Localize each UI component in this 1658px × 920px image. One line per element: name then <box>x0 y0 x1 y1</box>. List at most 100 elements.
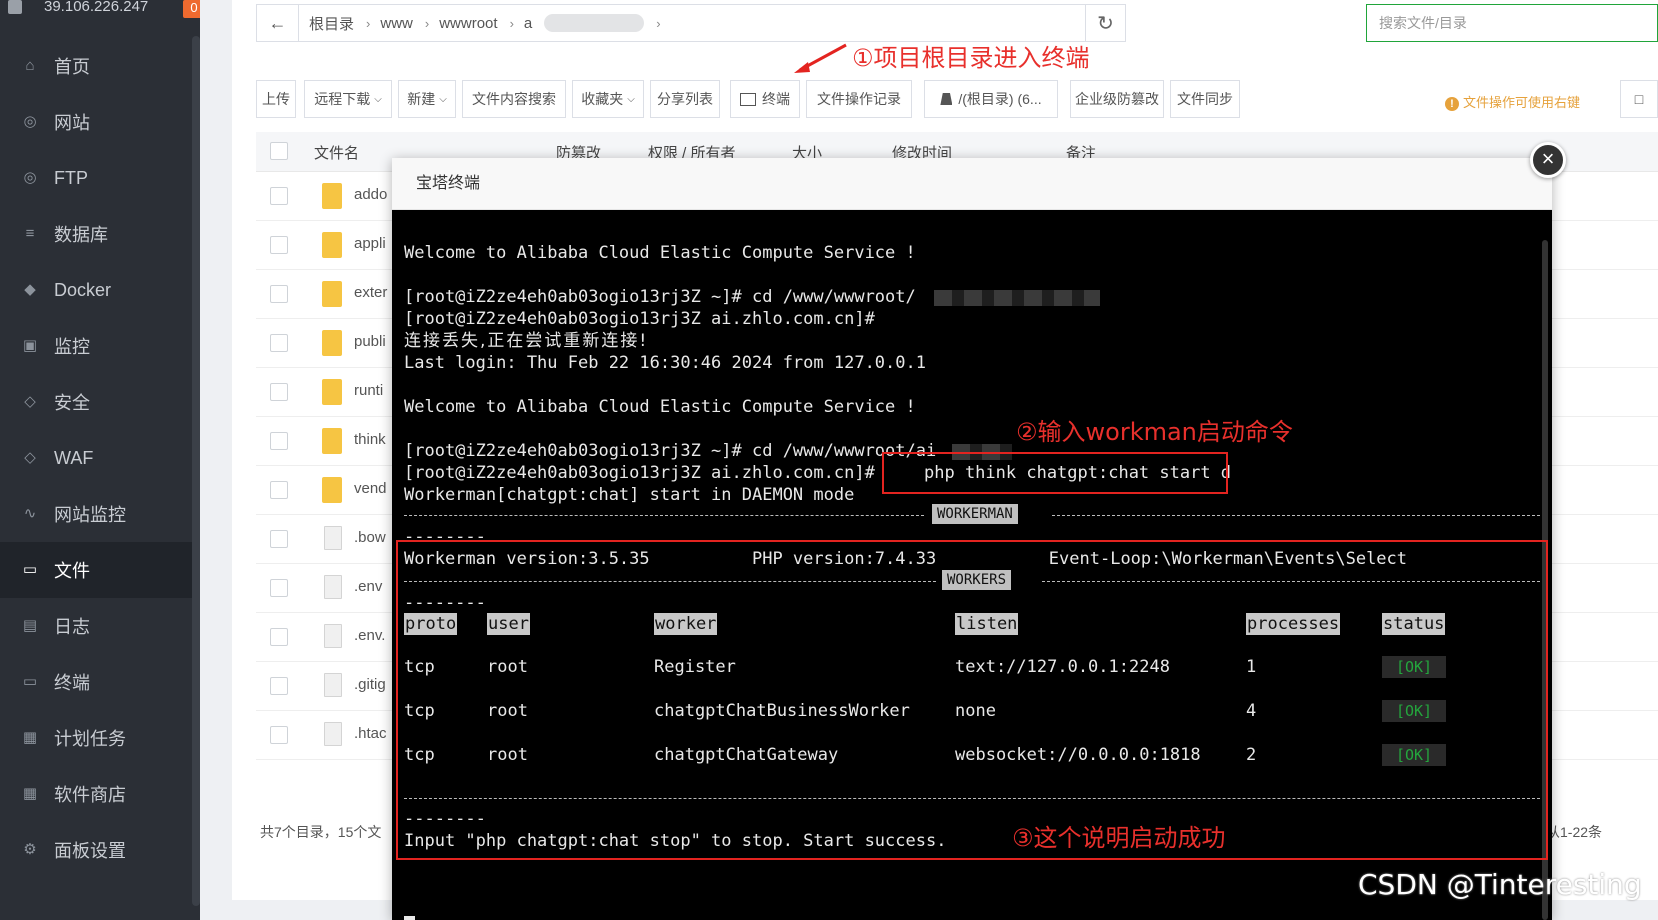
row-checkbox[interactable] <box>270 530 288 548</box>
modal-title: 宝塔终端 <box>392 158 1552 210</box>
sidebar-scrollbar[interactable] <box>192 36 200 906</box>
op-log-button[interactable]: 文件操作记录 <box>806 80 912 118</box>
term-line-welcome1: Welcome to Alibaba Cloud Elastic Compute… <box>404 243 916 263</box>
row-checkbox[interactable] <box>270 677 288 695</box>
file-name[interactable]: .env <box>354 578 382 595</box>
globe-icon: ◎ <box>23 113 37 130</box>
back-arrow-icon[interactable]: ← <box>257 5 299 41</box>
sidebar-item-docker[interactable]: ◆ Docker <box>0 262 200 318</box>
server-host: 39.106.226.247 <box>0 0 200 22</box>
sidebar-item-database[interactable]: ≡ 数据库 <box>0 206 200 262</box>
file-name[interactable]: .gitig <box>354 676 386 693</box>
chevron-right-icon: › <box>656 15 661 31</box>
trash-icon[interactable]: □ <box>1620 80 1658 118</box>
breadcrumb-project[interactable]: a <box>524 15 532 32</box>
file-name[interactable]: .bow <box>354 529 386 546</box>
row-checkbox[interactable] <box>270 383 288 401</box>
select-all-checkbox[interactable] <box>270 142 288 160</box>
sidebar-item-label: 数据库 <box>54 225 108 245</box>
file-name[interactable]: addo <box>354 186 387 203</box>
row-checkbox[interactable] <box>270 236 288 254</box>
path-bar[interactable]: ← 根目录 › www › wwwroot › a › ↻ <box>256 4 1126 42</box>
terminal-modal: 宝塔终端 Welcome to Alibaba Cloud Elastic Co… <box>392 158 1552 920</box>
sync-button[interactable]: 文件同步 <box>1170 80 1240 118</box>
remote-download-button[interactable]: 远程下载 ⌵ <box>304 80 392 118</box>
row-checkbox[interactable] <box>270 187 288 205</box>
folder-icon <box>322 379 342 405</box>
sidebar-item-label: 终端 <box>54 673 90 693</box>
close-icon[interactable]: × <box>1530 142 1566 178</box>
new-button[interactable]: 新建 ⌵ <box>398 80 456 118</box>
folder-icon <box>322 281 342 307</box>
sidebar-item-calendar[interactable]: ▦ 计划任务 <box>0 710 200 766</box>
sidebar-item-chart[interactable]: ∿ 网站监控 <box>0 486 200 542</box>
col-filename[interactable]: 文件名 <box>314 142 359 163</box>
sidebar: 39.106.226.247 0 ⌂ 首页 ◎ 网站 ◎ FTP ≡ 数据库 ◆ Docker ▣ 监… <box>0 0 205 920</box>
sidebar-item-monitor[interactable]: ▣ 监控 <box>0 318 200 374</box>
home-icon: ⌂ <box>25 57 35 74</box>
sidebar-item-home[interactable]: ⌂ 首页 <box>0 38 200 94</box>
row-checkbox[interactable] <box>270 334 288 352</box>
file-name[interactable]: runti <box>354 382 383 399</box>
content-search-button[interactable]: 文件内容搜索 <box>462 80 566 118</box>
chevron-down-icon: ⌵ <box>627 93 635 105</box>
sidebar-item-ftp[interactable]: ◎ FTP <box>0 150 200 206</box>
row-checkbox[interactable] <box>270 628 288 646</box>
file-name[interactable]: appli <box>354 235 386 252</box>
breadcrumb-www[interactable]: www <box>380 15 413 32</box>
file-name[interactable]: .htac <box>354 725 387 742</box>
file-name[interactable]: vend <box>354 480 387 497</box>
folder-icon <box>322 183 342 209</box>
file-icon <box>324 575 342 599</box>
sidebar-item-globe[interactable]: ◎ 网站 <box>0 94 200 150</box>
chevron-right-icon: › <box>424 15 430 31</box>
row-checkbox[interactable] <box>270 285 288 303</box>
favorites-button[interactable]: 收藏夹 ⌵ <box>572 80 644 118</box>
breadcrumb-root[interactable]: 根目录 <box>309 13 354 34</box>
sidebar-item-waf[interactable]: ◇ WAF <box>0 430 200 486</box>
disk-label: /(根目录) (6... <box>958 91 1042 107</box>
chevron-down-icon: ⌵ <box>439 93 447 105</box>
upload-button[interactable]: 上传 <box>256 80 296 118</box>
sidebar-item-label: 网站 <box>54 113 90 133</box>
waf-icon: ◇ <box>24 449 36 466</box>
file-name[interactable]: .env. <box>354 627 385 644</box>
file-search-input[interactable]: 搜索文件/目录 <box>1366 4 1658 42</box>
file-name[interactable]: publi <box>354 333 386 350</box>
row-checkbox[interactable] <box>270 579 288 597</box>
sidebar-item-terminal[interactable]: ▭ 终端 <box>0 654 200 710</box>
chart-icon: ∿ <box>23 505 37 522</box>
term-line-reconnect: 连接丢失,正在尝试重新连接! <box>404 331 649 351</box>
file-icon <box>324 624 342 648</box>
share-list-button[interactable]: 分享列表 <box>650 80 720 118</box>
terminal-cursor <box>404 916 415 920</box>
tamper-button[interactable]: 企业级防篡改 <box>1070 80 1164 118</box>
terminal-screen[interactable]: Welcome to Alibaba Cloud Elastic Compute… <box>392 210 1552 920</box>
file-name[interactable]: think <box>354 431 386 448</box>
divider <box>404 515 924 516</box>
row-checkbox[interactable] <box>270 481 288 499</box>
sidebar-item-apps[interactable]: ▦ 软件商店 <box>0 766 200 822</box>
sidebar-item-log[interactable]: ▤ 日志 <box>0 598 200 654</box>
chevron-right-icon: › <box>509 15 514 31</box>
blurred-path-segment <box>544 14 645 32</box>
refresh-icon[interactable]: ↻ <box>1085 5 1125 41</box>
row-checkbox[interactable] <box>270 726 288 744</box>
sidebar-item-shield[interactable]: ◇ 安全 <box>0 374 200 430</box>
sidebar-item-label: 计划任务 <box>54 729 126 749</box>
row-checkbox[interactable] <box>270 432 288 450</box>
disk-button[interactable]: /(根目录) (6... <box>924 80 1058 118</box>
monitor-icon: ▣ <box>22 337 38 354</box>
gear-icon: ⚙ <box>23 841 37 858</box>
folder-icon <box>322 428 342 454</box>
sidebar-item-label: WAF <box>54 447 94 468</box>
host-address: 39.106.226.247 <box>44 0 149 15</box>
file-name[interactable]: exter <box>354 284 387 301</box>
sidebar-item-gear[interactable]: ⚙ 面板设置 <box>0 822 200 878</box>
breadcrumb-wwwroot[interactable]: wwwroot <box>439 15 497 32</box>
success-highlight-box <box>396 540 1548 860</box>
workerman-tag: WORKERMAN <box>932 504 1018 524</box>
sidebar-item-folder[interactable]: ▭ 文件 <box>0 542 200 598</box>
divider <box>1052 515 1540 516</box>
terminal-button[interactable]: 终端 <box>730 80 800 118</box>
